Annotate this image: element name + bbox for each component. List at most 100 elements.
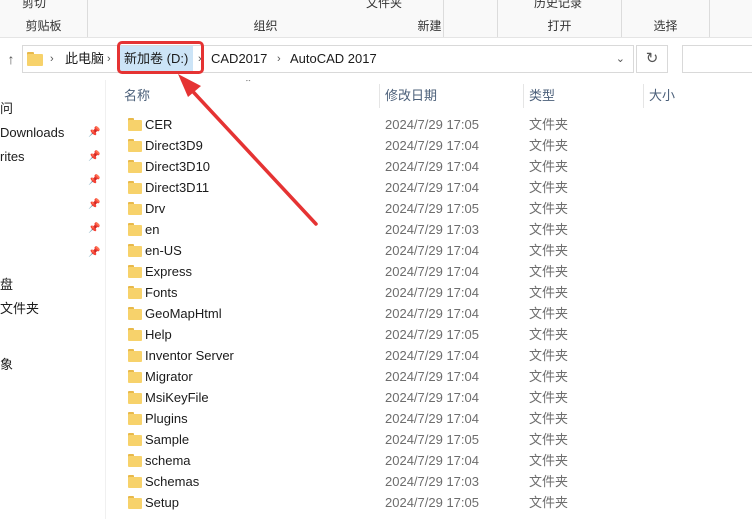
file-type: 文件夹 xyxy=(529,117,569,132)
pin-icon[interactable]: 📌 xyxy=(88,170,100,192)
column-divider[interactable] xyxy=(523,84,524,108)
table-row[interactable]: Plugins 2024/7/29 17:04 文件夹 xyxy=(106,408,752,429)
file-type: 文件夹 xyxy=(529,285,569,300)
file-modified: 2024/7/29 17:04 xyxy=(385,390,479,405)
column-header-name[interactable]: 名称 xyxy=(124,85,150,107)
pin-icon[interactable]: 📌 xyxy=(88,242,100,264)
ribbon-group-title: 剪贴板 xyxy=(25,19,62,33)
folder-icon xyxy=(128,265,142,278)
chevron-right-icon[interactable]: › xyxy=(277,46,281,72)
table-row[interactable]: schema 2024/7/29 17:04 文件夹 xyxy=(106,450,752,471)
table-row[interactable]: Migrator 2024/7/29 17:04 文件夹 xyxy=(106,366,752,387)
table-row[interactable]: CER 2024/7/29 17:05 文件夹 xyxy=(106,114,752,135)
chevron-down-icon[interactable]: ⌄ xyxy=(616,46,625,72)
folder-icon xyxy=(128,412,142,425)
file-modified: 2024/7/29 17:04 xyxy=(385,285,479,300)
file-modified: 2024/7/29 17:04 xyxy=(385,369,479,384)
file-modified: 2024/7/29 17:04 xyxy=(385,453,479,468)
column-header-type[interactable]: 类型 xyxy=(529,85,555,107)
pin-icon[interactable]: 📌 xyxy=(88,122,100,144)
folder-icon xyxy=(128,454,142,467)
file-modified: 2024/7/29 17:04 xyxy=(385,306,479,321)
table-row[interactable]: Fonts 2024/7/29 17:04 文件夹 xyxy=(106,282,752,303)
file-modified: 2024/7/29 17:04 xyxy=(385,159,479,174)
folder-icon xyxy=(128,433,142,446)
file-name: Setup xyxy=(145,495,179,510)
nav-item[interactable]: 问 xyxy=(0,98,13,120)
file-name: Migrator xyxy=(145,369,193,384)
pin-icon[interactable]: 📌 xyxy=(88,146,100,168)
file-name: GeoMapHtml xyxy=(145,306,222,321)
chevron-right-icon[interactable]: › xyxy=(50,46,54,72)
table-row[interactable]: Direct3D9 2024/7/29 17:04 文件夹 xyxy=(106,135,752,156)
column-header-modified[interactable]: 修改日期 xyxy=(385,85,437,107)
table-row[interactable]: Sample 2024/7/29 17:05 文件夹 xyxy=(106,429,752,450)
cut-button[interactable]: 剪切 xyxy=(22,0,46,11)
breadcrumb-this-pc[interactable]: 此电脑 xyxy=(65,46,104,72)
table-row[interactable]: en-US 2024/7/29 17:04 文件夹 xyxy=(106,240,752,261)
refresh-icon[interactable]: ↻ xyxy=(636,45,668,73)
file-type: 文件夹 xyxy=(529,432,569,447)
nav-item-disk[interactable]: 盘 xyxy=(0,274,13,296)
file-type: 文件夹 xyxy=(529,495,569,510)
file-name: Fonts xyxy=(145,285,178,300)
pin-icon[interactable]: 📌 xyxy=(88,218,100,240)
table-row[interactable]: GeoMapHtml 2024/7/29 17:04 文件夹 xyxy=(106,303,752,324)
pin-icon[interactable]: 📌 xyxy=(88,194,100,216)
file-type: 文件夹 xyxy=(529,201,569,216)
ribbon-group-select: 选择 xyxy=(622,0,710,37)
folder-icon xyxy=(128,181,142,194)
nav-item-downloads[interactable]: Downloads xyxy=(0,122,64,144)
file-name: Schemas xyxy=(145,474,200,489)
file-name: Help xyxy=(145,327,172,342)
navigation-pane: 问 Downloads 📌 rites 📌 📌 📌 📌 📌 盘 文件夹 象 xyxy=(0,80,106,519)
file-modified: 2024/7/29 17:04 xyxy=(385,138,479,153)
file-type: 文件夹 xyxy=(529,453,569,468)
file-modified: 2024/7/29 17:04 xyxy=(385,411,479,426)
file-type: 文件夹 xyxy=(529,159,569,174)
nav-item-objects[interactable]: 象 xyxy=(0,354,13,376)
table-row[interactable]: Setup 2024/7/29 17:05 文件夹 xyxy=(106,492,752,513)
file-name: Direct3D10 xyxy=(145,159,211,174)
table-row[interactable]: Direct3D10 2024/7/29 17:04 文件夹 xyxy=(106,156,752,177)
folder-icon xyxy=(128,328,142,341)
table-row[interactable]: Help 2024/7/29 17:05 文件夹 xyxy=(106,324,752,345)
file-name: en-US xyxy=(145,243,182,258)
nav-item-folder[interactable]: 文件夹 xyxy=(0,298,39,320)
address-bar[interactable]: › 此电脑 › 新加卷 (D:) › CAD2017 › AutoCAD 201… xyxy=(22,45,634,73)
column-divider[interactable] xyxy=(643,84,644,108)
file-type: 文件夹 xyxy=(529,180,569,195)
file-modified: 2024/7/29 17:04 xyxy=(385,264,479,279)
up-arrow-icon[interactable]: ↑ xyxy=(2,49,20,69)
file-modified: 2024/7/29 17:05 xyxy=(385,495,479,510)
history-button[interactable]: 历史记录 xyxy=(534,0,582,11)
nav-item-favorites[interactable]: rites xyxy=(0,146,25,168)
folder-icon xyxy=(128,118,142,131)
breadcrumb-autocad-2017[interactable]: AutoCAD 2017 xyxy=(290,46,377,72)
file-modified: 2024/7/29 17:05 xyxy=(385,117,479,132)
annotation-highlight-box xyxy=(117,41,204,74)
table-row[interactable]: Inventor Server 2024/7/29 17:04 文件夹 xyxy=(106,345,752,366)
folder-icon xyxy=(128,475,142,488)
chevron-right-icon[interactable]: › xyxy=(107,46,111,72)
file-type: 文件夹 xyxy=(529,264,569,279)
breadcrumb-cad2017[interactable]: CAD2017 xyxy=(211,46,267,72)
table-row[interactable]: Express 2024/7/29 17:04 文件夹 xyxy=(106,261,752,282)
table-row[interactable]: Drv 2024/7/29 17:05 文件夹 xyxy=(106,198,752,219)
column-divider[interactable] xyxy=(379,84,380,108)
ribbon-group-new: 新建 xyxy=(362,0,498,37)
file-modified: 2024/7/29 17:05 xyxy=(385,327,479,342)
file-list: ⌃ 名称 修改日期 类型 大小 CER 2024/7/29 17:05 文件夹 Dir… xyxy=(106,80,752,519)
file-name: Sample xyxy=(145,432,190,447)
table-row[interactable]: MsiKeyFile 2024/7/29 17:04 文件夹 xyxy=(106,387,752,408)
folder-icon xyxy=(128,244,142,257)
table-row[interactable]: Schemas 2024/7/29 17:03 文件夹 xyxy=(106,471,752,492)
table-row[interactable]: Direct3D11 2024/7/29 17:04 文件夹 xyxy=(106,177,752,198)
file-type: 文件夹 xyxy=(529,306,569,321)
search-input[interactable] xyxy=(682,45,752,73)
folder-icon xyxy=(128,139,142,152)
table-row[interactable]: en 2024/7/29 17:03 文件夹 xyxy=(106,219,752,240)
column-header-size[interactable]: 大小 xyxy=(649,85,675,107)
file-type: 文件夹 xyxy=(529,243,569,258)
folder-icon xyxy=(128,286,142,299)
